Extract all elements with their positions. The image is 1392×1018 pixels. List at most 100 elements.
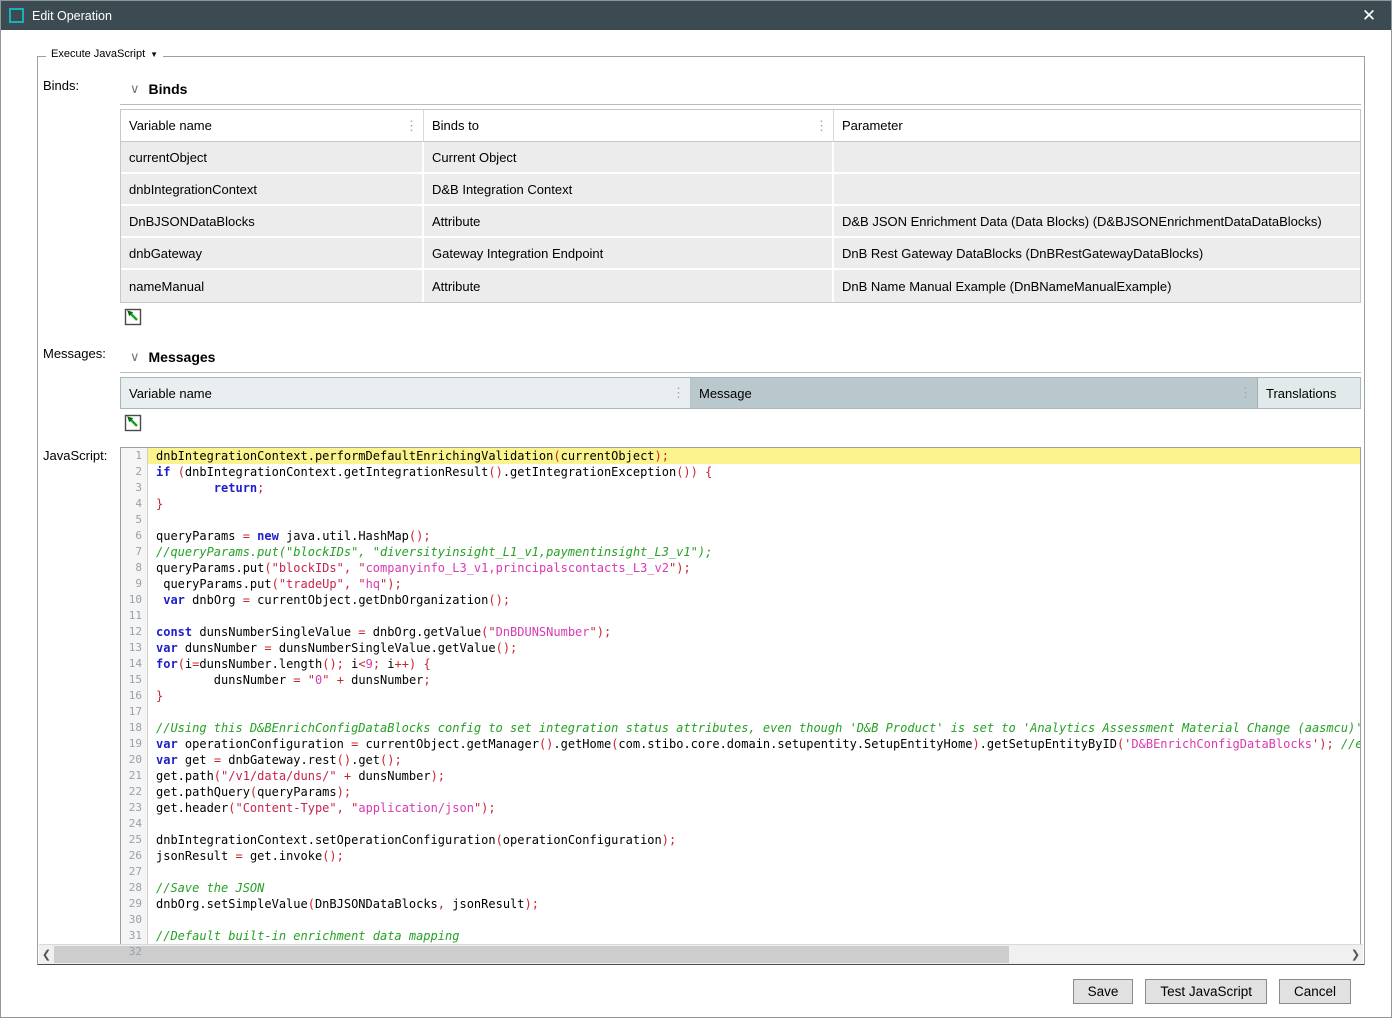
column-menu-icon[interactable]: ⋮ [815,118,828,134]
line-number: 32 [121,944,148,960]
line-number: 8 [121,560,148,576]
code-line-content: //Default built-in enrichment data mappi… [148,928,1360,944]
save-button[interactable]: Save [1073,979,1134,1004]
table-row: dnbGatewayGateway Integration EndpointDn… [121,238,1360,270]
code-line: 11 [121,608,1360,624]
scroll-left-arrow-icon[interactable]: ❮ [39,945,54,964]
code-line: 16} [121,688,1360,704]
line-number: 18 [121,720,148,736]
column-menu-icon[interactable]: ⋮ [405,118,418,134]
table-cell[interactable]: DnB Name Manual Example (DnBNameManualEx… [834,270,1360,302]
code-line-content: dnbIntegrationContext.performDefaultEnri… [148,448,1360,464]
column-header-message[interactable]: Message⋮ [691,378,1258,408]
code-line-content [148,608,1360,624]
table-cell[interactable]: DnBJSONDataBlocks [121,206,424,238]
operation-type-label: Execute JavaScript [51,48,145,60]
line-number: 13 [121,640,148,656]
horizontal-scrollbar[interactable]: ❮ ❯ [39,944,1363,964]
code-line: 18//Using this D&BEnrichConfigDataBlocks… [121,720,1360,736]
code-line-content [148,512,1360,528]
code-line-content: get.header("Content-Type", "application/… [148,800,1360,816]
code-line: 8queryParams.put("blockIDs", "companyinf… [121,560,1360,576]
table-cell[interactable]: DnB Rest Gateway DataBlocks (DnBRestGate… [834,238,1360,270]
table-cell[interactable] [834,142,1360,174]
code-line-content: queryParams.put("tradeUp", "hq"); [148,576,1360,592]
line-number: 11 [121,608,148,624]
add-row-icon [124,307,143,326]
table-row: currentObjectCurrent Object [121,142,1360,174]
line-number: 9 [121,576,148,592]
line-number: 16 [121,688,148,704]
code-line-content: //queryParams.put("blockIDs", "diversity… [148,544,1360,560]
code-line: 14for(i=dunsNumber.length(); i<9; i++) { [121,656,1360,672]
javascript-form-row: JavaScript: 1dnbIntegrationContext.perfo… [38,445,1364,963]
messages-form-row: Messages: ∨ Messages Variable name⋮Messa… [38,343,1364,437]
dropdown-caret-icon: ▼ [150,50,158,59]
binds-section-header[interactable]: ∨ Binds [120,75,1361,105]
close-icon[interactable]: ✕ [1357,1,1381,30]
code-line-content: get.path("/v1/data/duns/" + dunsNumber); [148,768,1360,784]
column-header-variable-name[interactable]: Variable name⋮ [121,378,691,408]
line-number: 20 [121,752,148,768]
column-header-translations[interactable]: Translations [1258,378,1360,408]
scrollbar-thumb[interactable] [54,946,1009,963]
column-header-variable-name[interactable]: Variable name ⋮ [121,110,424,142]
code-line: 21get.path("/v1/data/duns/" + dunsNumber… [121,768,1360,784]
table-cell[interactable]: D&B JSON Enrichment Data (Data Blocks) (… [834,206,1360,238]
scroll-right-arrow-icon[interactable]: ❯ [1348,945,1363,964]
code-line: 9 queryParams.put("tradeUp", "hq"); [121,576,1360,592]
line-number: 4 [121,496,148,512]
line-number: 27 [121,864,148,880]
column-header-label: Binds to [432,118,479,133]
line-number: 14 [121,656,148,672]
code-line: 19var operationConfiguration = currentOb… [121,736,1360,752]
code-line-content: dnbIntegrationContext.setOperationConfig… [148,832,1360,848]
binds-add-row-button[interactable] [124,307,143,326]
code-line-content: var dunsNumber = dunsNumberSingleValue.g… [148,640,1360,656]
column-header-binds-to[interactable]: Binds to ⋮ [424,110,834,142]
table-cell[interactable]: dnbIntegrationContext [121,174,424,206]
code-line-content: queryParams.put("blockIDs", "companyinfo… [148,560,1360,576]
code-line: 13var dunsNumber = dunsNumberSingleValue… [121,640,1360,656]
messages-section-header[interactable]: ∨ Messages [120,343,1361,373]
line-number: 21 [121,768,148,784]
cancel-button[interactable]: Cancel [1279,979,1351,1004]
column-header-label: Variable name [129,118,212,133]
add-row-icon [124,413,143,432]
line-number: 6 [121,528,148,544]
line-number: 30 [121,912,148,928]
test-javascript-button[interactable]: Test JavaScript [1145,979,1267,1004]
code-line: 1dnbIntegrationContext.performDefaultEnr… [121,448,1360,464]
binds-form-row: Binds: ∨ Binds Variable name⋮Binds to⋮Pa… [38,75,1364,331]
messages-add-row-button[interactable] [124,413,143,432]
code-line: 28//Save the JSON [121,880,1360,896]
table-cell[interactable]: currentObject [121,142,424,174]
code-line: 26jsonResult = get.invoke(); [121,848,1360,864]
code-line-content: return; [148,480,1360,496]
table-cell[interactable] [834,174,1360,206]
table-cell[interactable]: D&B Integration Context [424,174,834,206]
table-cell[interactable]: Current Object [424,142,834,174]
table-cell[interactable]: Attribute [424,206,834,238]
code-line: 4} [121,496,1360,512]
code-line-content: var get = dnbGateway.rest().get(); [148,752,1360,768]
code-line: 15 dunsNumber = "0" + dunsNumber; [121,672,1360,688]
table-cell[interactable]: dnbGateway [121,238,424,270]
table-cell[interactable]: nameManual [121,270,424,302]
code-line: 27 [121,864,1360,880]
code-line-content: get.pathQuery(queryParams); [148,784,1360,800]
table-cell[interactable]: Gateway Integration Endpoint [424,238,834,270]
column-header-parameter[interactable]: Parameter [834,110,1360,142]
code-line-content: //Save the JSON [148,880,1360,896]
operation-type-dropdown[interactable]: Execute JavaScript ▼ [46,48,163,60]
code-line-content: var dnbOrg = currentObject.getDnbOrganiz… [148,592,1360,608]
line-number: 1 [121,448,148,464]
table-cell[interactable]: Attribute [424,270,834,302]
code-line-content: if (dnbIntegrationContext.getIntegration… [148,464,1360,480]
messages-header-row: Variable name⋮Message⋮Translations [121,378,1360,408]
column-menu-icon[interactable]: ⋮ [672,385,685,401]
table-row: dnbIntegrationContextD&B Integration Con… [121,174,1360,206]
column-menu-icon[interactable]: ⋮ [1239,385,1252,401]
javascript-code-editor[interactable]: 1dnbIntegrationContext.performDefaultEnr… [120,447,1361,963]
code-line-content: dunsNumber = "0" + dunsNumber; [148,672,1360,688]
